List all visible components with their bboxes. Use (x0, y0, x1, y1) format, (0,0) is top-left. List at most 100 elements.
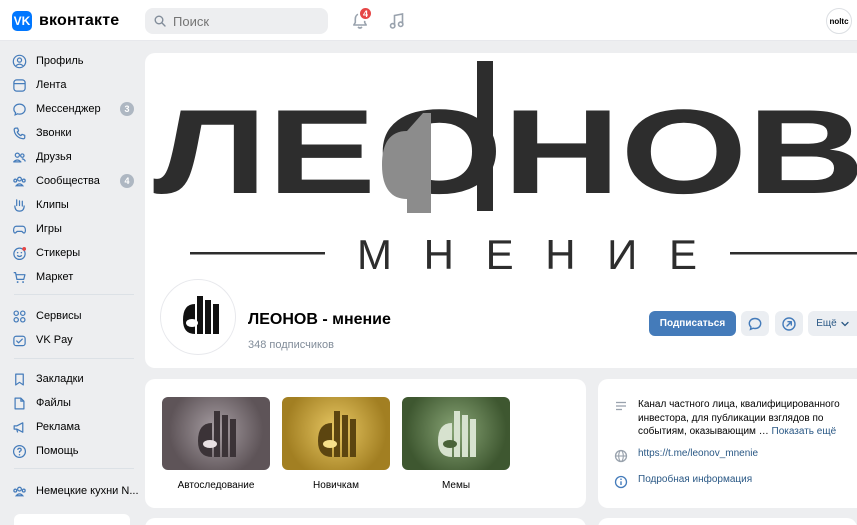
message-icon (13, 103, 26, 116)
sidebar-item-clips[interactable]: Клипы (12, 193, 140, 217)
sidebar-item-label: Закладки (36, 373, 84, 385)
messenger-count-badge: 3 (120, 102, 134, 116)
search-box[interactable] (145, 8, 328, 34)
album-label: Мемы (441, 480, 471, 491)
clips-icon (14, 198, 25, 212)
sidebar-item-files[interactable]: Файлы (12, 391, 140, 415)
sidebar-bottom-card (14, 514, 130, 525)
sidebar-item-label: Сообщества (36, 175, 100, 187)
stickers-icon (13, 246, 27, 260)
album-item[interactable]: Автоследование (162, 397, 270, 491)
sidebar-item-label: Стикеры (36, 247, 81, 259)
sidebar-item-label: Друзья (36, 151, 72, 163)
album-item[interactable]: Новичкам (282, 397, 390, 491)
sidebar-item-label: Реклама (36, 421, 81, 433)
sidebar-item-label: Звонки (36, 127, 72, 139)
top-bar: VK вконтакте 4 noltc (0, 0, 857, 41)
phone-icon (13, 127, 26, 139)
sidebar-item-services[interactable]: Сервисы (12, 304, 140, 328)
vk-logo-text: вконтакте (39, 12, 120, 29)
sidebar-item-communities[interactable]: Сообщества 4 (12, 169, 140, 193)
group-avatar-image (164, 283, 232, 351)
more-button[interactable]: Ещё (808, 311, 857, 336)
vk-logo-icon: VK (12, 11, 32, 31)
info-details-row[interactable]: Подробная информация (614, 474, 752, 489)
more-label: Ещё (816, 318, 837, 329)
search-icon (154, 15, 166, 27)
sidebar-divider (14, 294, 134, 295)
sidebar-item-label: Помощь (36, 445, 79, 457)
details-link[interactable]: Подробная информация (638, 474, 752, 489)
sidebar-divider (14, 358, 134, 359)
feed-icon (13, 78, 26, 92)
bottom-card-left (145, 518, 586, 525)
games-icon (12, 225, 27, 234)
sidebar-item-group-link[interactable]: Немецкие кухни N... (12, 479, 140, 503)
subscribe-button[interactable]: Подписаться (649, 311, 736, 336)
share-button[interactable] (775, 311, 803, 336)
album-logo-icon (318, 411, 356, 457)
album-label: Новичкам (313, 480, 359, 491)
communities-icon (13, 176, 26, 186)
globe-icon (614, 449, 628, 463)
info-link-row: https://t.me/leonov_mnenie (614, 448, 758, 463)
communities-count-badge: 4 (120, 174, 134, 188)
sidebar-item-label: Клипы (36, 199, 69, 211)
sidebar-item-stickers[interactable]: Стикеры (12, 241, 140, 265)
user-icon (12, 54, 27, 68)
group-logo-icon (183, 296, 219, 334)
search-input[interactable] (173, 13, 313, 29)
sidebar-item-feed[interactable]: Лента (12, 73, 140, 97)
message-button[interactable] (741, 311, 769, 336)
sidebar-item-friends[interactable]: Друзья (12, 145, 140, 169)
profile-avatar[interactable]: noltc (826, 8, 852, 34)
files-icon (14, 397, 25, 409)
text-lines-icon (616, 401, 626, 411)
group-name: ЛЕОНОВ - мнение (248, 311, 391, 328)
album-logo-icon (198, 411, 236, 457)
sidebar-item-label: Мессенджер (36, 103, 101, 115)
sidebar-item-label: Лента (36, 79, 67, 91)
sidebar-item-market[interactable]: Маркет (12, 265, 140, 289)
friends-icon (13, 151, 26, 163)
group-avatar[interactable] (161, 280, 235, 354)
sidebar-item-label: Профиль (36, 55, 84, 67)
group-icon (13, 486, 26, 496)
music-icon[interactable] (387, 11, 407, 31)
cover-line-right (730, 252, 857, 255)
sidebar-item-calls[interactable]: Звонки (12, 121, 140, 145)
show-more-link[interactable]: Показать ещё (772, 426, 837, 437)
info-icon (614, 475, 628, 489)
profile-avatar-text: noltc (829, 16, 849, 26)
sidebar-item-games[interactable]: Игры (12, 217, 140, 241)
sidebar-item-help[interactable]: Помощь (12, 439, 140, 463)
album-cover (282, 397, 390, 470)
album-cover (162, 397, 270, 470)
sidebar-divider (14, 468, 134, 469)
sidebar-item-profile[interactable]: Профиль (12, 49, 140, 73)
info-description-row: Канал частного лица, квалифицированного … (614, 398, 857, 439)
sidebar-item-bookmarks[interactable]: Закладки (12, 367, 140, 391)
sidebar-item-messenger[interactable]: Мессенджер 3 (12, 97, 140, 121)
albums-card: Автоследование Новичкам Мемы (145, 379, 586, 508)
group-info-card: Канал частного лица, квалифицированного … (598, 379, 857, 508)
album-label: Автоследование (177, 480, 255, 491)
album-item[interactable]: Мемы (402, 397, 510, 491)
sidebar-item-ads[interactable]: Реклама (12, 415, 140, 439)
sidebar-item-vkpay[interactable]: VK Pay (12, 328, 140, 352)
notifications-badge: 4 (358, 6, 373, 21)
market-icon (13, 271, 26, 283)
cover-line-left (190, 252, 325, 255)
vkpay-icon (13, 335, 26, 346)
sidebar-item-label: Игры (36, 223, 62, 235)
chevron-down-icon (841, 321, 849, 326)
vk-logo[interactable]: VK вконтакте (12, 11, 119, 31)
external-link[interactable]: https://t.me/leonov_mnenie (638, 448, 758, 463)
bottom-card-right (598, 518, 857, 525)
ads-icon (13, 421, 24, 433)
album-logo-icon (438, 411, 476, 457)
cover-emblem-bar (477, 61, 493, 211)
sidebar-item-label: Сервисы (36, 310, 82, 322)
group-cover-image: ЛЕОНОВ МНЕНИЕ (153, 61, 857, 278)
group-subscribers[interactable]: 348 подписчиков (248, 339, 334, 351)
